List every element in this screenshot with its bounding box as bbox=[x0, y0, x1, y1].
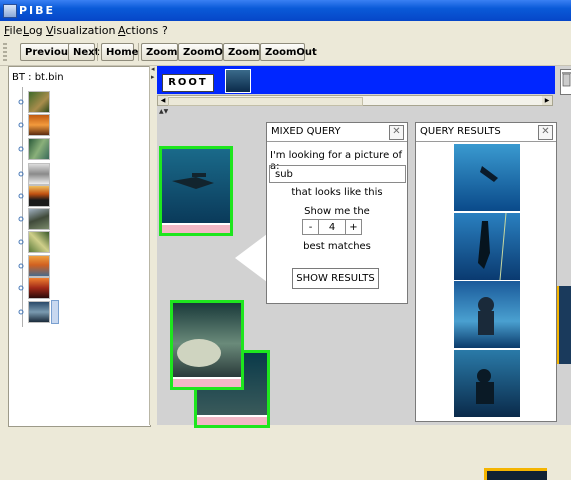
window-title-bar: PIBE bbox=[0, 0, 571, 21]
result-image[interactable] bbox=[454, 350, 520, 417]
close-icon[interactable]: ✕ bbox=[538, 125, 553, 140]
zoomout-button[interactable]: ZoomOut bbox=[178, 43, 235, 61]
tree-thumbnail bbox=[28, 255, 50, 277]
node-connector-icon bbox=[18, 263, 24, 269]
image-highlight-bar bbox=[197, 417, 267, 425]
menu-file[interactable]: File bbox=[4, 24, 22, 37]
node-connector-icon bbox=[18, 309, 24, 315]
tree-node[interactable] bbox=[18, 277, 56, 299]
window-title: PIBE bbox=[19, 4, 56, 17]
scrollbar-thumb[interactable] bbox=[168, 97, 363, 106]
tree-node[interactable] bbox=[18, 255, 56, 277]
menu-visualization[interactable]: Visualization bbox=[46, 24, 116, 37]
menu-log[interactable]: Log bbox=[23, 24, 43, 37]
node-connector-icon bbox=[18, 193, 24, 199]
image-highlight-bar bbox=[162, 225, 230, 233]
toolbar-separator bbox=[97, 43, 98, 61]
scroll-right-icon[interactable]: ▶ bbox=[542, 96, 552, 105]
tree-node[interactable] bbox=[18, 138, 56, 160]
tree-node[interactable] bbox=[18, 114, 56, 136]
query-results-title: QUERY RESULTS bbox=[416, 123, 556, 142]
scroll-left-icon[interactable]: ◀ bbox=[158, 96, 168, 105]
result-image[interactable] bbox=[454, 144, 520, 211]
horizontal-scrollbar[interactable]: ◀ ▶ bbox=[157, 95, 553, 106]
toolbar-separator bbox=[138, 43, 139, 61]
sort-arrows-icon[interactable]: ▲▼ bbox=[159, 108, 168, 115]
shark-photo bbox=[162, 149, 230, 223]
coral-photo bbox=[173, 303, 241, 377]
app-icon bbox=[3, 4, 17, 18]
tree-thumbnail bbox=[28, 301, 50, 323]
result-count-field[interactable]: 4 bbox=[319, 219, 345, 235]
menu-actions[interactable]: Actions bbox=[118, 24, 158, 37]
mixed-query-panel: MIXED QUERY ✕ I'm looking for a picture … bbox=[266, 122, 408, 304]
tree-thumbnail bbox=[28, 277, 50, 299]
zoomin-button-2[interactable]: ZoomIn bbox=[223, 43, 270, 61]
image-frame[interactable] bbox=[170, 300, 244, 390]
tree-node[interactable] bbox=[18, 185, 56, 207]
next-button[interactable]: Next bbox=[68, 43, 99, 61]
root-crumb[interactable]: ROOT bbox=[162, 74, 214, 92]
node-connector-icon bbox=[18, 285, 24, 291]
partial-image[interactable] bbox=[556, 286, 571, 364]
decrement-button[interactable]: - bbox=[302, 219, 319, 235]
tree-node-selected[interactable] bbox=[18, 300, 59, 324]
tree-node[interactable] bbox=[18, 208, 56, 230]
tree-thumbnail bbox=[28, 163, 50, 185]
home-button[interactable]: Home bbox=[101, 43, 138, 61]
show-results-button[interactable]: SHOW RESULTS bbox=[292, 268, 379, 289]
tree-thumbnail bbox=[28, 208, 50, 230]
tree-thumbnail bbox=[28, 91, 50, 113]
image-canvas[interactable]: MIXED QUERY ✕ I'm looking for a picture … bbox=[157, 118, 571, 480]
mixed-query-title: MIXED QUERY bbox=[267, 123, 407, 142]
partial-image[interactable] bbox=[484, 468, 547, 480]
collapse-left-icon[interactable]: ◂ bbox=[151, 66, 155, 73]
node-connector-icon bbox=[18, 171, 24, 177]
zoomin-button[interactable]: ZoomIn bbox=[141, 43, 188, 61]
tree-node[interactable] bbox=[18, 91, 56, 113]
tree-thumbnail bbox=[28, 138, 50, 160]
toolbar: Previous Next Home ZoomIn ZoomOut ZoomIn… bbox=[0, 39, 571, 66]
tree-thumbnail bbox=[28, 114, 50, 136]
tree-thumbnail bbox=[28, 185, 50, 207]
result-image[interactable] bbox=[454, 212, 520, 281]
crumb-thumbnail[interactable] bbox=[225, 69, 251, 93]
query-text-input[interactable]: sub bbox=[269, 165, 406, 183]
breadcrumb-bar: ROOT bbox=[157, 66, 555, 94]
previous-button[interactable]: Previous bbox=[20, 43, 74, 61]
node-connector-icon bbox=[18, 216, 24, 222]
query-image-frame[interactable] bbox=[159, 146, 233, 236]
tree-root-label: BT : bt.bin bbox=[12, 72, 64, 83]
menu-help[interactable]: ? bbox=[162, 24, 168, 37]
tree-thumbnail bbox=[28, 231, 50, 253]
tree-panel[interactable]: BT : bt.bin bbox=[8, 66, 151, 427]
menu-bar: File Log Visualization Actions ? bbox=[0, 21, 571, 39]
image-highlight-bar bbox=[173, 379, 241, 387]
looks-like-label: that looks like this bbox=[291, 187, 383, 198]
node-connector-icon bbox=[18, 122, 24, 128]
visualization-area[interactable]: ROOT ◀ ▶ ▲▼ MIXED QUERY ✕ I'm looking fo… bbox=[157, 66, 571, 480]
collapse-right-icon[interactable]: ▸ bbox=[151, 74, 155, 81]
close-icon[interactable]: ✕ bbox=[389, 125, 404, 140]
show-me-label: Show me the bbox=[304, 206, 370, 217]
zoomout-button-2[interactable]: ZoomOut bbox=[260, 43, 317, 61]
result-image[interactable] bbox=[454, 281, 520, 348]
query-callout-pointer bbox=[235, 234, 267, 282]
tree-node[interactable] bbox=[18, 231, 56, 253]
toolbar-grip[interactable] bbox=[3, 43, 7, 61]
increment-button[interactable]: + bbox=[345, 219, 362, 235]
tree-node[interactable] bbox=[18, 163, 56, 185]
node-connector-icon bbox=[18, 99, 24, 105]
node-connector-icon bbox=[18, 146, 24, 152]
node-connector-icon bbox=[18, 239, 24, 245]
best-matches-label: best matches bbox=[303, 241, 371, 252]
selection-marker bbox=[51, 300, 59, 324]
query-results-panel: QUERY RESULTS ✕ bbox=[415, 122, 557, 422]
trash-icon[interactable] bbox=[560, 69, 571, 95]
